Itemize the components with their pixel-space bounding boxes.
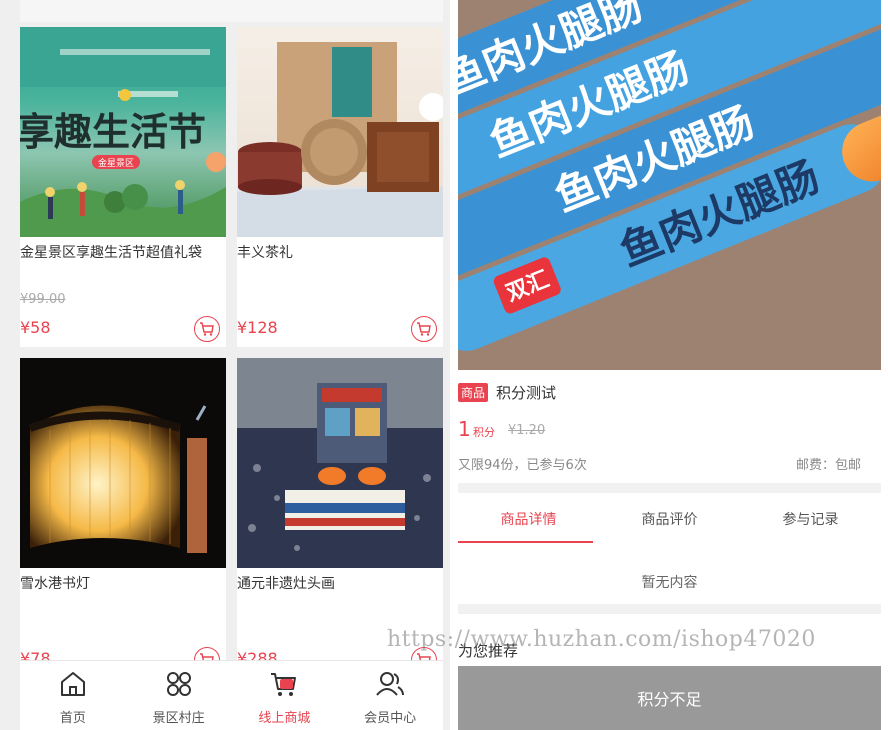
tab-scenic[interactable]: 景区村庄 [126,661,232,730]
grid-icon [166,672,191,696]
points-value: 1 [458,417,471,441]
tab-mall-label: 线上商城 [258,711,311,726]
product-title[interactable]: 通元非遗灶头画 [237,574,443,594]
product-price: ¥58 [20,318,51,337]
shipping-text: 邮费：包邮 [795,458,861,473]
cart-icon [417,322,431,336]
right-phone-screen: 鱼肉火腿肠 鱼肉火腿肠 鱼肉火腿肠 鱼肉火腿肠 双汇 商品 积分测试 1 积分 … [458,0,881,730]
points-unit: 积分 [473,426,495,439]
recommend-title: 为您推荐 [458,642,519,660]
product-image [237,27,443,237]
product-image: 享趣生活节 金星景区 [20,27,226,237]
product-card[interactable]: 雪水港书灯 ¥78 [20,358,226,678]
product-card[interactable]: 丰义茶礼 ¥128 [237,27,443,347]
cart-icon [200,322,214,336]
product-card[interactable]: 通元非遗灶头画 ¥288 [237,358,443,678]
product-title[interactable]: 丰义茶礼 [237,243,443,263]
users-icon [376,672,405,696]
section-divider [458,604,881,614]
product-title[interactable]: 雪水港书灯 [20,574,226,594]
home-icon [60,672,85,696]
left-phone-screen: 享趣生活节 金星景区 金星景区享趣生活节超值礼袋 ¥99.00 ¥58 丰义茶礼… [0,0,450,730]
tab-scenic-label: 景区村庄 [152,711,205,726]
original-price: ¥1.20 [508,423,546,438]
add-to-cart-button[interactable] [194,316,220,342]
cart-icon [271,673,297,696]
tab-member-label: 会员中心 [364,711,417,726]
product-card[interactable]: 享趣生活节 金星景区 金星景区享趣生活节超值礼袋 ¥99.00 ¥58 [20,27,226,347]
bottom-tab-bar: 首页 景区村庄 线上商城 会员中心 [20,660,443,730]
add-to-cart-button[interactable] [411,316,437,342]
product-hero-image: 鱼肉火腿肠 鱼肉火腿肠 鱼肉火腿肠 鱼肉火腿肠 双汇 [458,0,881,370]
product-price: ¥128 [237,318,278,337]
tab-home-label: 首页 [59,711,86,726]
tab-product-detail[interactable]: 商品详情 [458,509,599,529]
festival-image-tag: 金星景区 [98,157,134,169]
top-strip [20,0,443,22]
product-type-badge: 商品 [458,383,489,402]
product-name: 积分测试 [496,384,557,402]
tab-product-reviews[interactable]: 商品评价 [599,509,740,529]
tab-home[interactable]: 首页 [20,661,126,730]
tab-mall[interactable]: 线上商城 [232,661,338,730]
product-image [20,358,226,568]
insufficient-points-button[interactable]: 积分不足 [458,666,881,730]
active-tab-indicator [458,541,593,543]
empty-content-text: 暂无内容 [641,575,698,591]
section-divider [458,483,881,493]
product-old-price: ¥99.00 [20,292,66,307]
tab-member[interactable]: 会员中心 [337,661,443,730]
purchase-limit-text: 又限94份，已参与6次 [458,458,587,473]
festival-image-title: 享趣生活节 [20,110,206,154]
product-title[interactable]: 金星景区享趣生活节超值礼袋 [20,243,226,263]
tab-participation-records[interactable]: 参与记录 [740,509,881,529]
product-image [237,358,443,568]
